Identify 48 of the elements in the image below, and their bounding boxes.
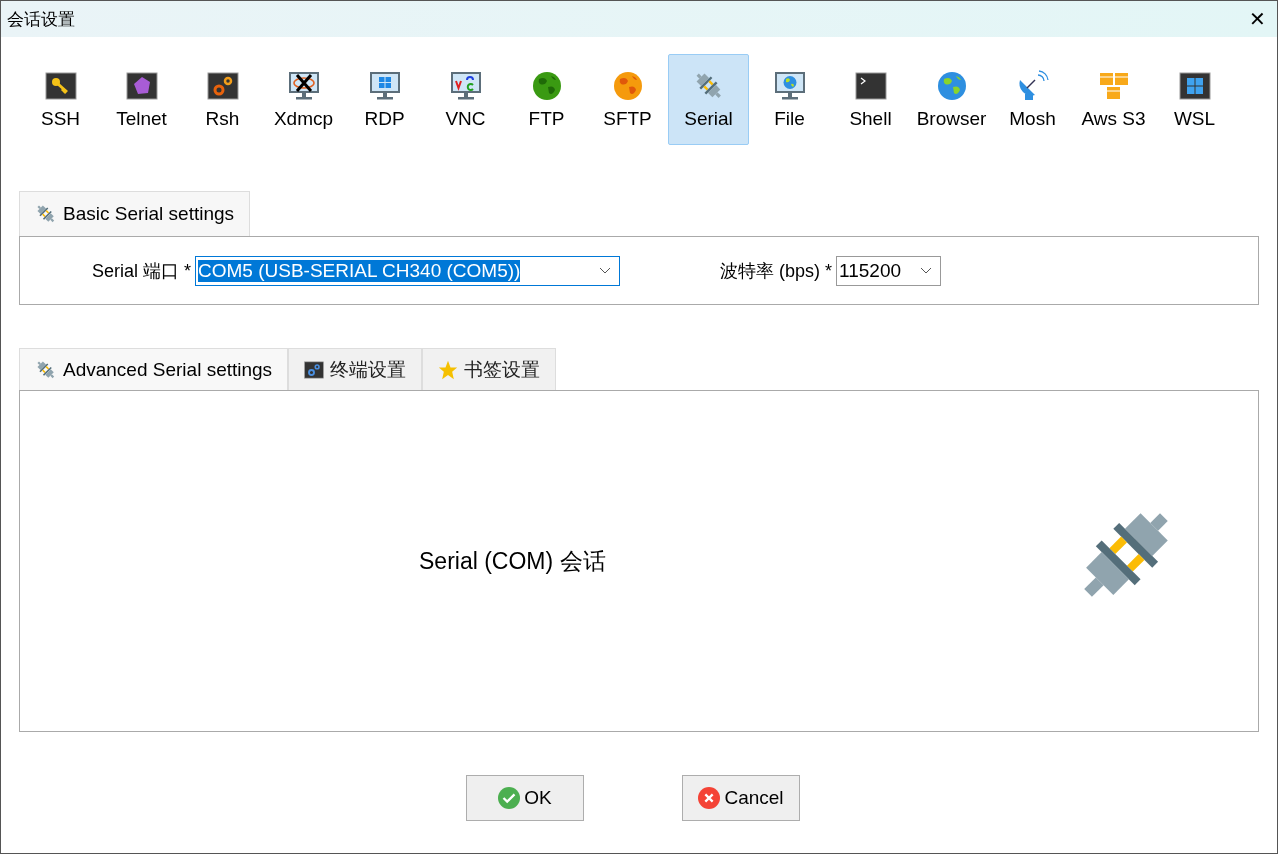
monitor-icon xyxy=(773,69,806,102)
monitor-icon xyxy=(287,69,320,102)
globe-icon xyxy=(935,69,968,102)
gem-icon xyxy=(125,69,158,102)
check-icon xyxy=(498,787,521,809)
panel-caption: Serial (COM) 会话 xyxy=(419,546,606,576)
session-type-button[interactable]: Telnet xyxy=(101,54,182,145)
settings-tab[interactable]: 终端设置 xyxy=(288,348,423,390)
session-type-button[interactable]: Xdmcp xyxy=(263,54,344,145)
port-dropdown[interactable]: COM5 (USB-SERIAL CH340 (COM5)) xyxy=(195,255,621,286)
session-type-button[interactable]: Rsh xyxy=(182,54,263,145)
session-type-button[interactable]: WSL xyxy=(1154,54,1235,145)
session-type-button[interactable]: Shell xyxy=(830,54,911,145)
windows-icon xyxy=(1178,69,1211,102)
chevron-icon xyxy=(599,266,612,275)
gears-icon xyxy=(206,69,239,102)
cancel-button[interactable]: Cancel xyxy=(682,775,800,821)
star-icon xyxy=(438,359,459,380)
chevron-icon xyxy=(920,266,933,275)
session-type-button[interactable]: Mosh xyxy=(992,54,1073,145)
session-type-button[interactable]: VNC xyxy=(425,54,506,145)
key-icon xyxy=(44,69,77,102)
settings-tab[interactable]: 书签设置 xyxy=(422,348,557,390)
satellite-dish-icon xyxy=(1016,69,1049,102)
cross-icon xyxy=(698,787,721,809)
session-type-button[interactable]: SSH xyxy=(20,54,101,145)
session-type-button[interactable]: Serial xyxy=(668,54,749,145)
session-type-button[interactable]: FTP xyxy=(506,54,587,145)
baud-rate-label: 波特率 (bps) * xyxy=(720,259,833,283)
ok-button[interactable]: OK xyxy=(466,775,584,821)
session-type-button[interactable]: Browser xyxy=(911,54,992,145)
session-type-button[interactable]: SFTP xyxy=(587,54,668,145)
plug-icon xyxy=(35,203,57,225)
port-label: Serial 端口 * xyxy=(92,259,192,283)
close-button[interactable]: ✕ xyxy=(1237,1,1277,37)
settings-tab[interactable]: Advanced Serial settings xyxy=(19,348,289,390)
globe-icon xyxy=(611,69,644,102)
monitor-icon xyxy=(449,69,482,102)
window-title: 会话设置 xyxy=(7,8,75,31)
session-type-button[interactable]: Aws S3 xyxy=(1073,54,1154,145)
baud-rate-dropdown[interactable]: 115200 xyxy=(836,255,942,286)
session-type-button[interactable]: File xyxy=(749,54,830,145)
monitor-icon xyxy=(368,69,401,102)
terminal-icon xyxy=(854,69,887,102)
gears-icon xyxy=(304,359,325,380)
session-type-button[interactable]: RDP xyxy=(344,54,425,145)
settings-tab[interactable]: Basic Serial settings xyxy=(19,191,251,236)
globe-icon xyxy=(530,69,563,102)
